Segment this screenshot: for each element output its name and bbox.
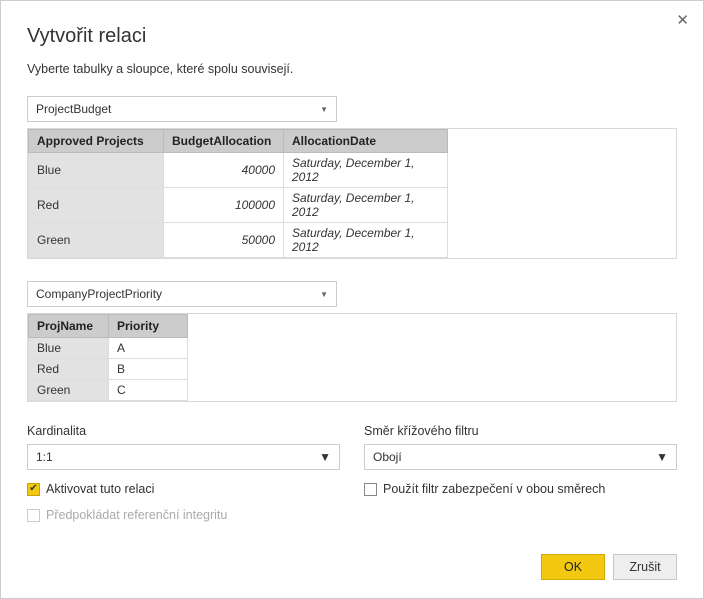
dialog-subtitle: Vyberte tabulky a sloupce, které spolu s… (27, 62, 677, 76)
checkbox-unchecked-icon (27, 509, 40, 522)
table-row: Red 100000 Saturday, December 1, 2012 (29, 188, 448, 223)
table-row: Blue A (29, 338, 188, 359)
cancel-button[interactable]: Zrušit (613, 554, 677, 580)
checkbox-checked-icon: ✔ (27, 483, 40, 496)
table-row: Green 50000 Saturday, December 1, 2012 (29, 223, 448, 258)
table2-header: Priority (109, 315, 188, 338)
table1-preview: Approved Projects BudgetAllocation Alloc… (27, 128, 677, 259)
ok-button[interactable]: OK (541, 554, 605, 580)
table-row: Red B (29, 359, 188, 380)
table1-select[interactable]: ProjectBudget ▼ (27, 96, 337, 122)
cardinality-label: Kardinalita (27, 424, 340, 438)
close-icon[interactable]: ✕ (676, 11, 689, 29)
cardinality-value: 1:1 (36, 450, 53, 464)
chevron-down-icon: ▼ (320, 290, 328, 299)
crossfilter-label: Směr křížového filtru (364, 424, 677, 438)
chevron-down-icon: ▼ (319, 450, 331, 464)
dialog-title: Vytvořit relaci (27, 25, 677, 48)
table2-select-value: CompanyProjectPriority (36, 287, 162, 301)
referential-integrity-checkbox: Předpokládat referenční integritu (27, 508, 340, 522)
table-row: Green C (29, 380, 188, 401)
cardinality-select[interactable]: 1:1 ▼ (27, 444, 340, 470)
table1-select-value: ProjectBudget (36, 102, 111, 116)
table2-header: ProjName (29, 315, 109, 338)
table1-header: BudgetAllocation (164, 130, 284, 153)
checkbox-unchecked-icon (364, 483, 377, 496)
security-filter-checkbox[interactable]: Použít filtr zabezpečení v obou směrech (364, 482, 677, 496)
chevron-down-icon: ▼ (320, 105, 328, 114)
table1-header: AllocationDate (284, 130, 448, 153)
table-row: Blue 40000 Saturday, December 1, 2012 (29, 153, 448, 188)
table2-select[interactable]: CompanyProjectPriority ▼ (27, 281, 337, 307)
crossfilter-select[interactable]: Obojí ▼ (364, 444, 677, 470)
table2-preview: ProjName Priority Blue A Red B Green C (27, 313, 677, 402)
activate-relationship-checkbox[interactable]: ✔ Aktivovat tuto relaci (27, 482, 340, 496)
table1-header: Approved Projects (29, 130, 164, 153)
crossfilter-value: Obojí (373, 450, 402, 464)
chevron-down-icon: ▼ (656, 450, 668, 464)
